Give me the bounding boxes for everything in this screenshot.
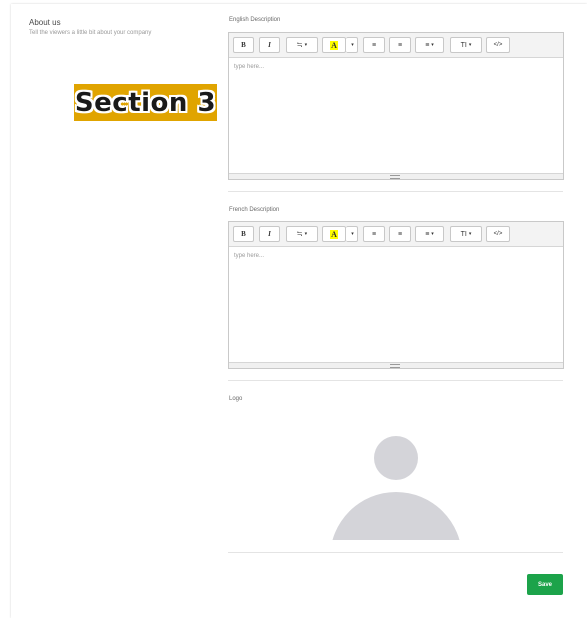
paragraph-align-dropdown[interactable]: ≡ ▾ xyxy=(415,37,444,53)
divider xyxy=(228,380,563,381)
english-placeholder: type here... xyxy=(234,64,265,70)
divider xyxy=(228,191,563,192)
highlight-color-dropdown[interactable]: ▾ xyxy=(346,226,358,242)
numbered-list-icon: ≡ xyxy=(397,41,403,49)
bullet-list-button[interactable]: ≡ xyxy=(363,37,385,53)
italic-icon: I xyxy=(268,230,271,238)
french-resize-handle[interactable] xyxy=(229,362,563,368)
divider xyxy=(228,552,563,553)
chevron-down-icon: ▾ xyxy=(351,231,354,237)
numbered-list-button[interactable]: ≡ xyxy=(389,37,411,53)
font-size-dropdown[interactable]: ≒ ▾ xyxy=(286,226,318,242)
resize-grip-icon xyxy=(390,364,400,368)
highlight-icon: A xyxy=(330,229,338,239)
bold-button[interactable]: B xyxy=(233,226,254,242)
chevron-down-icon: ▾ xyxy=(351,42,354,48)
french-description-textarea[interactable]: type here... xyxy=(229,247,563,368)
code-view-button[interactable]: </> xyxy=(486,226,510,242)
logo-upload-avatar[interactable] xyxy=(330,436,462,540)
highlight-color-button[interactable]: A xyxy=(322,37,346,53)
bullet-list-icon: ≡ xyxy=(371,230,377,238)
font-size-dropdown[interactable]: ≒ ▾ xyxy=(286,37,318,53)
line-height-dropdown[interactable]: TI ▾ xyxy=(450,226,482,242)
about-us-title: About us xyxy=(29,18,61,27)
chevron-down-icon: ▾ xyxy=(304,42,308,48)
font-size-icon: ≒ xyxy=(296,231,303,238)
about-us-subtitle: Tell the viewers a little bit about your… xyxy=(29,30,152,36)
chevron-down-icon: ▾ xyxy=(431,42,434,48)
highlight-color-dropdown[interactable]: ▾ xyxy=(346,37,358,53)
english-description-label: English Description xyxy=(229,17,281,23)
chevron-down-icon: ▾ xyxy=(304,231,308,237)
french-description-label: French Description xyxy=(229,207,280,213)
code-view-button[interactable]: </> xyxy=(486,37,510,53)
french-editor-toolbar: B I ≒ ▾ A ▾ ≡ ≡ ≡ ▾ TI ▾ </> xyxy=(229,222,563,247)
bold-icon: B xyxy=(241,41,246,49)
chevron-down-icon: ▾ xyxy=(431,231,434,237)
bold-button[interactable]: B xyxy=(233,37,254,53)
avatar-head-icon xyxy=(374,436,418,480)
numbered-list-icon: ≡ xyxy=(397,230,403,238)
bullet-list-button[interactable]: ≡ xyxy=(363,226,385,242)
code-icon: </> xyxy=(493,231,503,237)
code-icon: </> xyxy=(493,42,503,48)
highlight-color-button[interactable]: A xyxy=(322,226,346,242)
section-overlay-label: Section 3 xyxy=(74,84,217,121)
english-description-textarea[interactable]: type here... xyxy=(229,58,563,179)
avatar-body-icon xyxy=(330,492,462,540)
chevron-down-icon: ▾ xyxy=(468,42,472,48)
font-size-icon: ≒ xyxy=(296,42,303,49)
logo-label: Logo xyxy=(229,396,243,402)
french-placeholder: type here... xyxy=(234,253,265,259)
english-resize-handle[interactable] xyxy=(229,173,563,179)
italic-button[interactable]: I xyxy=(259,226,280,242)
chevron-down-icon: ▾ xyxy=(468,231,472,237)
line-height-dropdown[interactable]: TI ▾ xyxy=(450,37,482,53)
bullet-list-icon: ≡ xyxy=(371,41,377,49)
english-editor-toolbar: B I ≒ ▾ A ▾ ≡ ≡ ≡ ▾ TI ▾ </> xyxy=(229,33,563,58)
bold-icon: B xyxy=(241,230,246,238)
text-height-icon: TI xyxy=(460,230,467,238)
highlight-icon: A xyxy=(330,40,338,50)
italic-icon: I xyxy=(268,41,271,49)
align-icon: ≡ xyxy=(425,41,430,49)
resize-grip-icon xyxy=(390,175,400,179)
save-button[interactable]: Save xyxy=(527,574,563,595)
english-description-editor: B I ≒ ▾ A ▾ ≡ ≡ ≡ ▾ TI ▾ </> type here... xyxy=(228,32,564,180)
french-description-editor: B I ≒ ▾ A ▾ ≡ ≡ ≡ ▾ TI ▾ </> type here... xyxy=(228,221,564,369)
align-icon: ≡ xyxy=(425,230,430,238)
paragraph-align-dropdown[interactable]: ≡ ▾ xyxy=(415,226,444,242)
text-height-icon: TI xyxy=(460,41,467,49)
italic-button[interactable]: I xyxy=(259,37,280,53)
numbered-list-button[interactable]: ≡ xyxy=(389,226,411,242)
